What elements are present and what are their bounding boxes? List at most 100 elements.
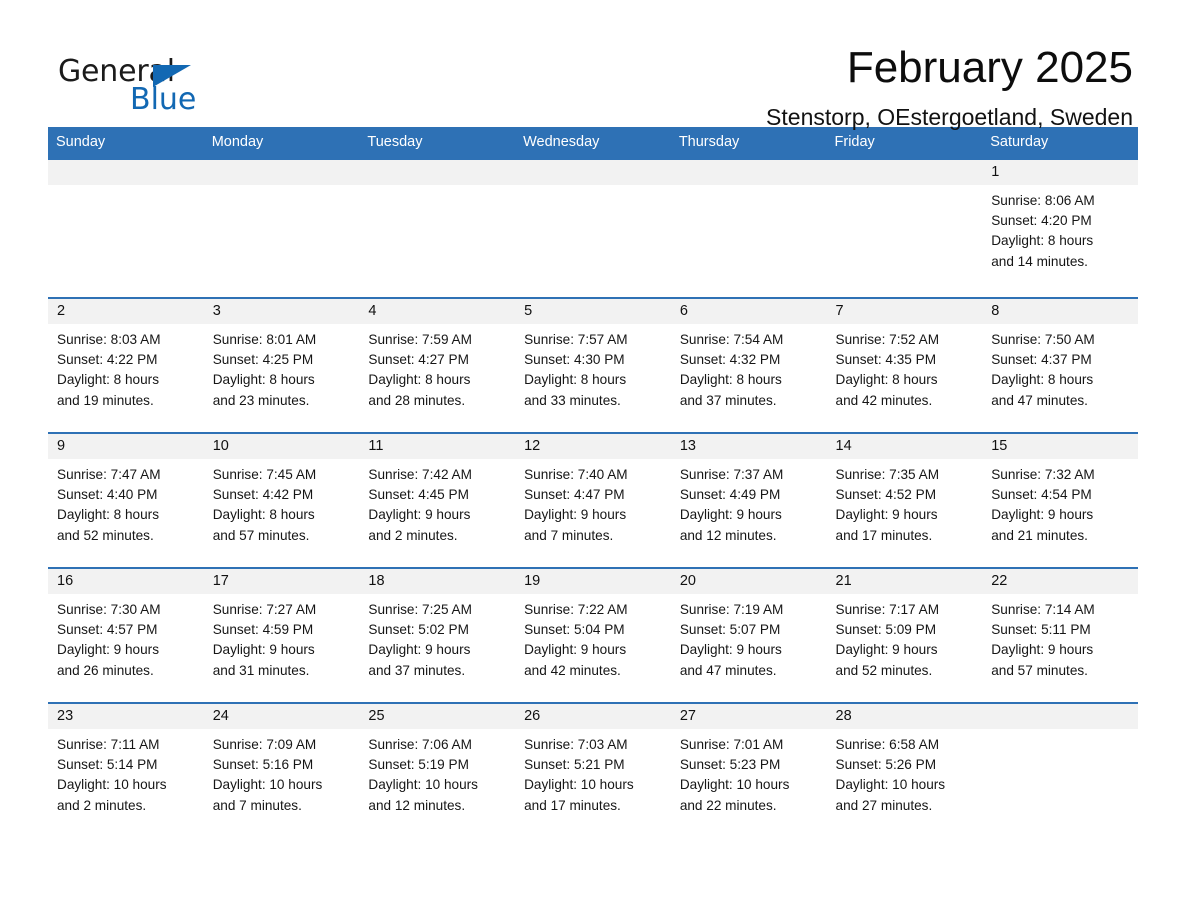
calendar-empty-cell [826, 158, 983, 298]
calendar-empty-cell [982, 702, 1138, 838]
day-sun-info [515, 185, 671, 191]
calendar-week-row: 23 Sunrise: 7:11 AM Sunset: 5:14 PM Dayli… [48, 702, 1138, 838]
calendar-day-cell[interactable]: 27 Sunrise: 7:01 AM Sunset: 5:23 PM Dayli… [670, 702, 827, 838]
day-sun-info: Sunrise: 7:52 AM Sunset: 4:35 PM Dayligh… [835, 332, 940, 408]
calendar-empty-cell [515, 158, 671, 298]
day-number: 4 [359, 299, 516, 324]
day-number: 6 [670, 299, 827, 324]
calendar-day-cell[interactable]: 16 Sunrise: 7:30 AM Sunset: 4:57 PM Dayli… [48, 567, 204, 703]
day-number: 5 [515, 299, 671, 324]
weekday-header-tuesday: Tuesday [359, 127, 516, 159]
calendar-week-row: 16 Sunrise: 7:30 AM Sunset: 4:57 PM Dayli… [48, 567, 1138, 703]
day-sun-info [982, 729, 1138, 735]
day-number [515, 160, 671, 185]
calendar-table: Sunday Monday Tuesday Wednesday Thursday… [48, 127, 1138, 838]
calendar-day-cell[interactable]: 7 Sunrise: 7:52 AM Sunset: 4:35 PM Daylig… [826, 297, 983, 433]
calendar-day-cell[interactable]: 15 Sunrise: 7:32 AM Sunset: 4:54 PM Dayli… [982, 432, 1138, 568]
day-sun-info: Sunrise: 8:06 AM Sunset: 4:20 PM Dayligh… [991, 193, 1095, 269]
day-sun-info: Sunrise: 7:50 AM Sunset: 4:37 PM Dayligh… [991, 332, 1095, 408]
day-sun-info: Sunrise: 7:30 AM Sunset: 4:57 PM Dayligh… [57, 602, 161, 678]
calendar-empty-cell [203, 158, 360, 298]
day-sun-info: Sunrise: 7:14 AM Sunset: 5:11 PM Dayligh… [991, 602, 1095, 678]
page-header: General Blue February 2025 Stenstorp, OE… [0, 0, 1188, 130]
day-sun-info: Sunrise: 7:59 AM Sunset: 4:27 PM Dayligh… [368, 332, 472, 408]
day-sun-info: Sunrise: 7:09 AM Sunset: 5:16 PM Dayligh… [212, 737, 323, 813]
day-sun-info: Sunrise: 7:57 AM Sunset: 4:30 PM Dayligh… [524, 332, 628, 408]
day-number: 10 [203, 434, 360, 459]
day-sun-info: Sunrise: 7:06 AM Sunset: 5:19 PM Dayligh… [368, 737, 478, 813]
calendar-day-cell[interactable]: 25 Sunrise: 7:06 AM Sunset: 5:19 PM Dayli… [359, 702, 516, 838]
day-sun-info: Sunrise: 7:25 AM Sunset: 5:02 PM Dayligh… [368, 602, 472, 678]
day-sun-info: Sunrise: 7:22 AM Sunset: 5:04 PM Dayligh… [524, 602, 628, 678]
day-number: 23 [48, 704, 204, 729]
general-blue-logo[interactable]: General Blue [58, 45, 208, 115]
calendar-empty-cell [359, 158, 516, 298]
calendar-day-cell[interactable]: 28 Sunrise: 6:58 AM Sunset: 5:26 PM Dayli… [826, 702, 983, 838]
day-number [203, 160, 360, 185]
day-sun-info: Sunrise: 7:01 AM Sunset: 5:23 PM Dayligh… [679, 737, 790, 813]
day-sun-info: Sunrise: 7:19 AM Sunset: 5:07 PM Dayligh… [679, 602, 784, 678]
day-number: 17 [203, 569, 360, 594]
day-sun-info [359, 185, 515, 191]
calendar-day-cell[interactable]: 12 Sunrise: 7:40 AM Sunset: 4:47 PM Dayli… [515, 432, 671, 568]
day-sun-info: Sunrise: 7:27 AM Sunset: 4:59 PM Dayligh… [212, 602, 317, 678]
day-number [826, 160, 983, 185]
calendar-day-cell[interactable]: 3 Sunrise: 8:01 AM Sunset: 4:25 PM Daylig… [203, 297, 360, 433]
calendar-day-cell[interactable]: 5 Sunrise: 7:57 AM Sunset: 4:30 PM Daylig… [515, 297, 671, 433]
day-number: 13 [670, 434, 827, 459]
page-title: February 2025 [846, 43, 1133, 92]
calendar-day-cell[interactable]: 19 Sunrise: 7:22 AM Sunset: 5:04 PM Dayli… [515, 567, 671, 703]
calendar-day-cell[interactable]: 10 Sunrise: 7:45 AM Sunset: 4:42 PM Dayli… [203, 432, 360, 568]
day-sun-info: Sunrise: 7:17 AM Sunset: 5:09 PM Dayligh… [835, 602, 940, 678]
day-sun-info: Sunrise: 7:47 AM Sunset: 4:40 PM Dayligh… [57, 467, 161, 543]
calendar-day-cell[interactable]: 8 Sunrise: 7:50 AM Sunset: 4:37 PM Daylig… [982, 297, 1138, 433]
weekday-header-wednesday: Wednesday [515, 127, 671, 159]
day-number: 12 [515, 434, 671, 459]
day-number: 21 [826, 569, 983, 594]
calendar-day-cell[interactable]: 6 Sunrise: 7:54 AM Sunset: 4:32 PM Daylig… [670, 297, 827, 433]
calendar-day-cell[interactable]: 22 Sunrise: 7:14 AM Sunset: 5:11 PM Dayli… [982, 567, 1138, 703]
calendar-day-cell[interactable]: 23 Sunrise: 7:11 AM Sunset: 5:14 PM Dayli… [48, 702, 204, 838]
day-number: 22 [982, 569, 1138, 594]
weekday-header-saturday: Saturday [982, 127, 1138, 159]
weekday-header-friday: Friday [826, 127, 983, 159]
day-number: 15 [982, 434, 1138, 459]
calendar-day-cell[interactable]: 9 Sunrise: 7:47 AM Sunset: 4:40 PM Daylig… [48, 432, 204, 568]
calendar-empty-cell [48, 158, 204, 298]
day-sun-info: Sunrise: 7:03 AM Sunset: 5:21 PM Dayligh… [524, 737, 634, 813]
calendar-header-row: Sunday Monday Tuesday Wednesday Thursday… [48, 127, 1138, 159]
calendar-day-cell[interactable]: 26 Sunrise: 7:03 AM Sunset: 5:21 PM Dayli… [515, 702, 671, 838]
day-sun-info: Sunrise: 8:03 AM Sunset: 4:22 PM Dayligh… [57, 332, 161, 408]
calendar-day-cell[interactable]: 14 Sunrise: 7:35 AM Sunset: 4:52 PM Dayli… [826, 432, 983, 568]
calendar-day-cell[interactable]: 17 Sunrise: 7:27 AM Sunset: 4:59 PM Dayli… [203, 567, 360, 703]
day-number [359, 160, 516, 185]
calendar-day-cell[interactable]: 4 Sunrise: 7:59 AM Sunset: 4:27 PM Daylig… [359, 297, 516, 433]
calendar-day-cell[interactable]: 11 Sunrise: 7:42 AM Sunset: 4:45 PM Dayli… [359, 432, 516, 568]
calendar-day-cell[interactable]: 21 Sunrise: 7:17 AM Sunset: 5:09 PM Dayli… [826, 567, 983, 703]
day-sun-info: Sunrise: 7:37 AM Sunset: 4:49 PM Dayligh… [679, 467, 784, 543]
day-sun-info: Sunrise: 7:11 AM Sunset: 5:14 PM Dayligh… [57, 737, 167, 813]
calendar-day-cell[interactable]: 1 Sunrise: 8:06 AM Sunset: 4:20 PM Daylig… [982, 158, 1138, 298]
day-number: 8 [982, 299, 1138, 324]
day-number: 28 [826, 704, 983, 729]
calendar-week-row: 1 Sunrise: 8:06 AM Sunset: 4:20 PM Daylig… [48, 158, 1138, 298]
weekday-header-monday: Monday [203, 127, 360, 159]
weekday-header-thursday: Thursday [670, 127, 827, 159]
calendar-day-cell[interactable]: 2 Sunrise: 8:03 AM Sunset: 4:22 PM Daylig… [48, 297, 204, 433]
calendar-day-cell[interactable]: 24 Sunrise: 7:09 AM Sunset: 5:16 PM Dayli… [203, 702, 360, 838]
day-number: 7 [826, 299, 983, 324]
calendar-week-row: 9 Sunrise: 7:47 AM Sunset: 4:40 PM Daylig… [48, 432, 1138, 568]
day-number: 26 [515, 704, 671, 729]
calendar-day-cell[interactable]: 13 Sunrise: 7:37 AM Sunset: 4:49 PM Dayli… [670, 432, 827, 568]
day-number: 1 [982, 160, 1138, 185]
day-number: 14 [826, 434, 983, 459]
day-sun-info: Sunrise: 7:40 AM Sunset: 4:47 PM Dayligh… [524, 467, 628, 543]
logo-text-blue: Blue [130, 82, 197, 117]
calendar-day-cell[interactable]: 20 Sunrise: 7:19 AM Sunset: 5:07 PM Dayli… [670, 567, 827, 703]
calendar-day-cell[interactable]: 18 Sunrise: 7:25 AM Sunset: 5:02 PM Dayli… [359, 567, 516, 703]
day-number: 9 [48, 434, 204, 459]
day-number: 19 [515, 569, 671, 594]
day-sun-info [48, 185, 204, 191]
day-number: 2 [48, 299, 204, 324]
day-sun-info: Sunrise: 7:35 AM Sunset: 4:52 PM Dayligh… [835, 467, 940, 543]
